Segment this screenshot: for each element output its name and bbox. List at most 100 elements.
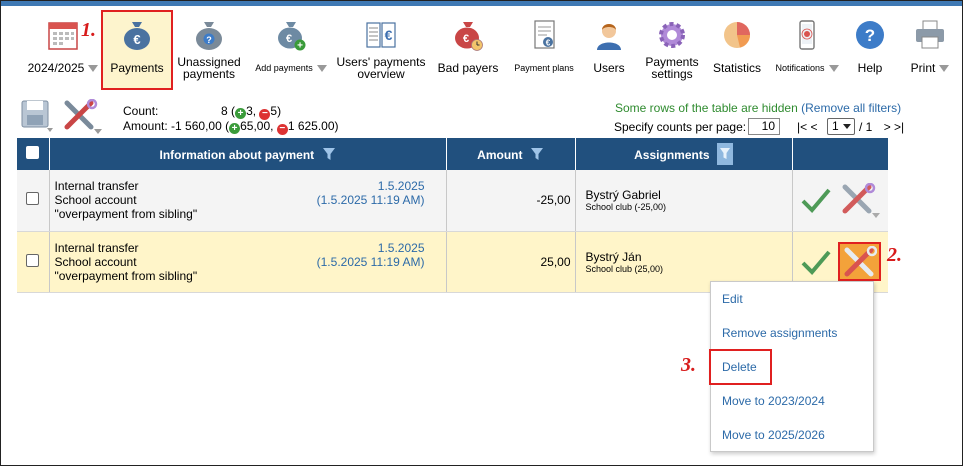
payments-settings-button[interactable]: Payments settings	[639, 13, 705, 80]
svg-text:€: €	[463, 33, 469, 45]
actions-cell	[792, 170, 888, 232]
step-3-label: 3.	[681, 354, 696, 376]
page-total: / 1	[859, 120, 873, 134]
print-label: Print	[910, 61, 936, 75]
payments-label: Payments	[110, 61, 164, 75]
print-button[interactable]: Print	[903, 13, 957, 74]
remove-all-filters-link[interactable]: Remove all filters	[805, 101, 897, 115]
pager-last-button[interactable]: >|	[894, 120, 904, 134]
row-select-cell	[17, 170, 50, 232]
menu-item-remove-assignments[interactable]: Remove assignments	[722, 326, 837, 340]
row-select-cell	[17, 231, 50, 293]
unassigned-payments-button[interactable]: ? Unassigned payments	[173, 13, 245, 80]
count-value: 8 (	[221, 104, 236, 118]
pager: |< <	[797, 120, 817, 134]
chevron-down-icon	[843, 124, 851, 129]
assignee-name: Bystrý Gabriel	[585, 188, 661, 203]
tools-active-button[interactable]	[837, 241, 881, 281]
help-label: Help	[857, 61, 883, 75]
users-button[interactable]: Users	[589, 13, 629, 74]
filter-icon[interactable]	[322, 147, 336, 161]
payments-table: Information about payment Amount Assignm…	[17, 138, 888, 293]
user-icon	[597, 24, 621, 50]
count-minus-value: 5)	[270, 104, 282, 118]
menu-item-edit[interactable]: Edit	[722, 292, 743, 306]
header-amount[interactable]: Amount	[446, 138, 576, 170]
per-page-input[interactable]: 10	[748, 118, 780, 135]
checkmark-icon[interactable]	[801, 249, 831, 275]
per-page-label: Specify counts per page:	[614, 120, 747, 134]
page-select[interactable]: 1	[827, 118, 855, 135]
menu-item-delete[interactable]: Delete	[722, 360, 757, 374]
users-payments-overview-button[interactable]: € Users' payments overview	[334, 13, 428, 80]
pager-first-button[interactable]: |<	[797, 120, 807, 134]
chevron-down-icon	[88, 65, 99, 73]
amount-summary: Amount: -1 560,00 (+65,00, −1 625.00)	[123, 119, 339, 135]
payment-note: "overpayment from sibling"	[54, 207, 198, 222]
svg-text:€: €	[286, 33, 292, 45]
menu-item-move-2025-2026[interactable]: Move to 2025/2026	[722, 428, 825, 442]
tools-icon[interactable]	[61, 99, 103, 135]
row-checkbox[interactable]	[26, 253, 40, 267]
svg-text:+: +	[297, 41, 303, 52]
table-header-row: Information about payment Amount Assignm…	[17, 138, 888, 170]
users-label: Users	[593, 61, 625, 75]
amount-plus-value: 65,00,	[240, 119, 274, 133]
add-payments-button[interactable]: € + Add payments	[251, 13, 331, 74]
svg-text:?: ?	[206, 35, 212, 45]
money-bag-clock-icon: €	[455, 22, 483, 51]
pie-chart-icon	[724, 22, 750, 48]
checkmark-icon[interactable]	[801, 187, 831, 213]
header-assignments[interactable]: Assignments	[575, 138, 793, 170]
row-actions-menu: Edit Remove assignments Delete Move to 2…	[709, 281, 874, 452]
plus-icon: +	[235, 108, 247, 119]
notifications-button[interactable]: Notifications	[771, 13, 843, 74]
step-1-label: 1.	[81, 19, 96, 41]
payment-plans-button[interactable]: € Payment plans	[509, 13, 579, 74]
amount-cell: -25,00	[446, 170, 576, 232]
add-payments-label: Add payments	[255, 63, 313, 73]
calendar-icon	[48, 22, 78, 50]
minus-icon: −	[276, 124, 288, 135]
table-row[interactable]: Internal transfer School account "overpa…	[17, 170, 888, 232]
filter-active-icon[interactable]	[716, 143, 733, 165]
pager-prev-button[interactable]: <	[810, 120, 817, 134]
info-cell: Internal transfer School account "overpa…	[49, 231, 447, 293]
select-all-checkbox[interactable]	[26, 146, 40, 159]
payment-date: 1.5.2025	[377, 179, 425, 193]
phone-notification-icon	[799, 20, 815, 50]
statistics-label: Statistics	[712, 61, 761, 75]
amount-minus-value: 1 625.00)	[287, 119, 339, 133]
svg-text:?: ?	[865, 26, 875, 45]
settings-label-line2: settings	[651, 67, 693, 81]
pager-next-button[interactable]: >	[884, 120, 891, 134]
select-all-cell	[17, 138, 50, 170]
menu-item-move-2023-2024[interactable]: Move to 2023/2024	[722, 394, 825, 408]
count-summary: Count: 8 (+3, −5)	[123, 104, 281, 120]
chevron-down-icon	[828, 65, 839, 73]
svg-text:€: €	[385, 27, 393, 43]
plus-icon: +	[229, 123, 241, 134]
count-label: Count:	[123, 104, 159, 118]
amount-label: Amount:	[123, 119, 168, 133]
tools-icon[interactable]	[839, 183, 881, 219]
payment-plans-label: Payment plans	[514, 63, 574, 73]
document-euro-icon: €	[534, 20, 555, 49]
bad-payers-button[interactable]: € Bad payers	[435, 13, 501, 74]
tools-icon	[844, 245, 877, 276]
amount-cell: 25,00	[446, 231, 576, 293]
filter-icon[interactable]	[530, 147, 544, 161]
hidden-rows-note: Some rows of the table are hidden (Remov…	[615, 101, 901, 115]
money-bag-question-icon: ?	[196, 22, 222, 50]
svg-text:€: €	[546, 39, 551, 48]
year-label: 2024/2025	[27, 61, 85, 75]
row-checkbox[interactable]	[26, 192, 40, 206]
users-overview-line2: overview	[357, 67, 405, 81]
payment-note: "overpayment from sibling"	[54, 268, 198, 283]
payments-button[interactable]: € Payments	[101, 13, 173, 74]
statistics-button[interactable]: Statistics	[709, 13, 765, 74]
help-button[interactable]: ? Help	[849, 13, 891, 74]
save-icon[interactable]	[20, 99, 54, 133]
header-info-label: Information about payment	[159, 147, 315, 162]
header-info[interactable]: Information about payment	[49, 138, 447, 170]
